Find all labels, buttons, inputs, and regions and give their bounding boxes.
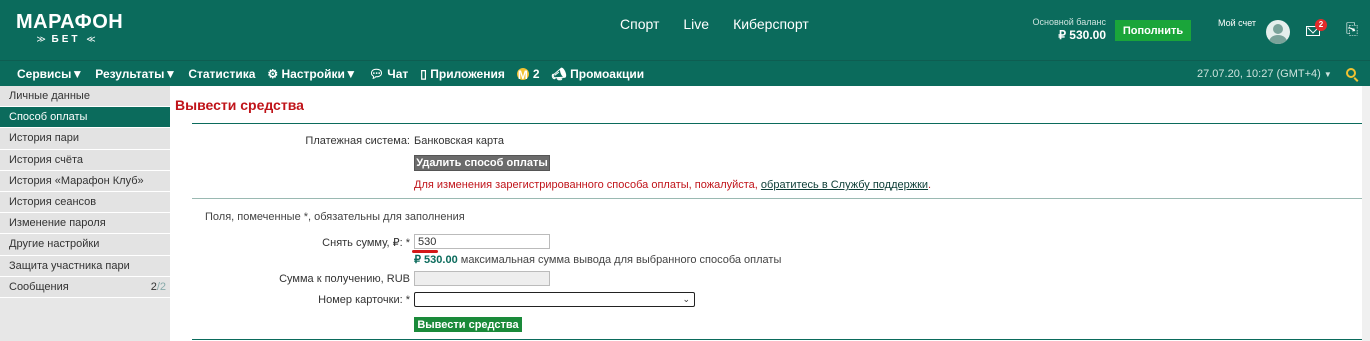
required-note: Поля, помеченные *, обязательны для запо… [205,211,465,223]
withdraw-button[interactable]: Вывести средства [414,317,522,332]
avatar-icon[interactable] [1266,20,1290,44]
subnav-chat[interactable]: 💬︎ Чат [369,67,409,81]
chevron-down-icon: ▼ [164,67,177,81]
sidebar-item-change-password[interactable]: Изменение пароля [0,213,170,235]
payment-system-value: Банковская карта [414,135,504,147]
subnav-settings[interactable]: ⚙ Настройки▼ [267,67,356,81]
chevron-down-icon: ▼ [1323,70,1332,79]
receive-amount-field [414,271,550,286]
logo-sub-text: ≫ БЕТ ≪ [36,34,96,45]
payment-system-label: Платежная система: [305,135,410,147]
support-link[interactable]: обратитесь в Службу поддержки [761,179,928,191]
main-content: Вывести средства Платежная система: Банк… [170,86,1370,341]
subnav-apps[interactable]: ▯ Приложения [420,67,505,81]
chevron-down-icon: ▼ [344,67,357,81]
page-title: Вывести средства [175,97,304,113]
subnav-results[interactable]: Результаты▼ [95,67,176,81]
card-number-select[interactable]: ⌄ [414,292,695,307]
page-scrollbar[interactable] [1362,86,1370,341]
chevron-down-icon: ▼ [71,67,84,81]
balance: Основной баланс ₽ 530.00 [1024,17,1106,42]
sidebar-item-session-history[interactable]: История сеансов [0,191,170,214]
nav-esports[interactable]: Киберспорт [733,16,809,32]
divider [192,198,1370,199]
subnav-services[interactable]: Сервисы▼ [17,67,83,81]
amount-input[interactable] [414,234,550,249]
subnav-promo[interactable]: 📣︎ Промоакции [552,67,645,81]
gear-icon: ⚙ [267,67,279,81]
subnav-statistics[interactable]: Статистика [188,67,255,81]
main-nav: Спорт Live Киберспорт [620,16,809,32]
balance-label: Основной баланс [1032,17,1106,27]
sidebar-item-other-settings[interactable]: Другие настройки [0,234,170,256]
subnav-coins[interactable]: M2 [516,67,540,82]
change-notice: Для изменения зарегистрированного способ… [414,179,932,191]
datetime[interactable]: 27.07.20, 10:27 (GMT+4) ▼ [1197,68,1332,80]
account-label[interactable]: Мой счет [1218,18,1256,28]
mail-badge: 2 [1315,19,1327,31]
divider [192,339,1370,340]
marathonbet-logo[interactable]: МАРАФОН ≫ БЕТ ≪ [16,12,126,50]
sub-nav: Сервисы▼ Результаты▼ Статистика ⚙ Настро… [0,60,1370,86]
phone-icon: ▯ [420,67,427,81]
search-icon[interactable] [1346,68,1356,78]
chat-icon: 💬︎ [368,67,384,81]
divider [192,123,1370,124]
sidebar-item-payment-method[interactable]: Способ оплаты [0,107,170,129]
coin-icon: M [516,68,529,82]
amount-label: Снять сумму, ₽: * [322,237,410,249]
nav-sport[interactable]: Спорт [620,16,659,32]
header: МАРАФОН ≫ БЕТ ≪ Спорт Live Киберспорт Ос… [0,0,1370,60]
topup-button[interactable]: Пополнить [1115,20,1191,41]
chevron-down-icon: ⌄ [682,294,690,304]
sidebar-item-bet-history[interactable]: История пари [0,128,170,150]
sidebar-item-account-history[interactable]: История счёта [0,149,170,171]
sidebar-item-messages[interactable]: Сообщения 2/2 [0,276,170,298]
delete-payment-method-button[interactable]: Удалить способ оплаты [414,155,550,171]
messages-count: 2/2 [150,280,166,293]
sidebar-item-player-protection[interactable]: Защита участника пари [0,255,170,277]
max-amount-hint: ₽ 530.00 максимальная сумма вывода для в… [414,254,782,266]
balance-value: ₽ 530.00 [1058,28,1106,42]
sidebar-item-club-history[interactable]: История «Марафон Клуб» [0,170,170,192]
megaphone-icon: 📣︎ [551,67,567,81]
receive-amount-label: Сумма к получению, RUB [279,273,410,285]
sidebar-item-personal-data[interactable]: Личные данные [0,86,170,108]
sidebar: Личные данные Способ оплаты История пари… [0,86,170,341]
card-number-label: Номер карточки: * [318,294,410,306]
logo-main-text: МАРАФОН [16,11,124,33]
nav-live[interactable]: Live [683,16,709,32]
logout-icon[interactable]: ⎘ [1346,22,1360,38]
